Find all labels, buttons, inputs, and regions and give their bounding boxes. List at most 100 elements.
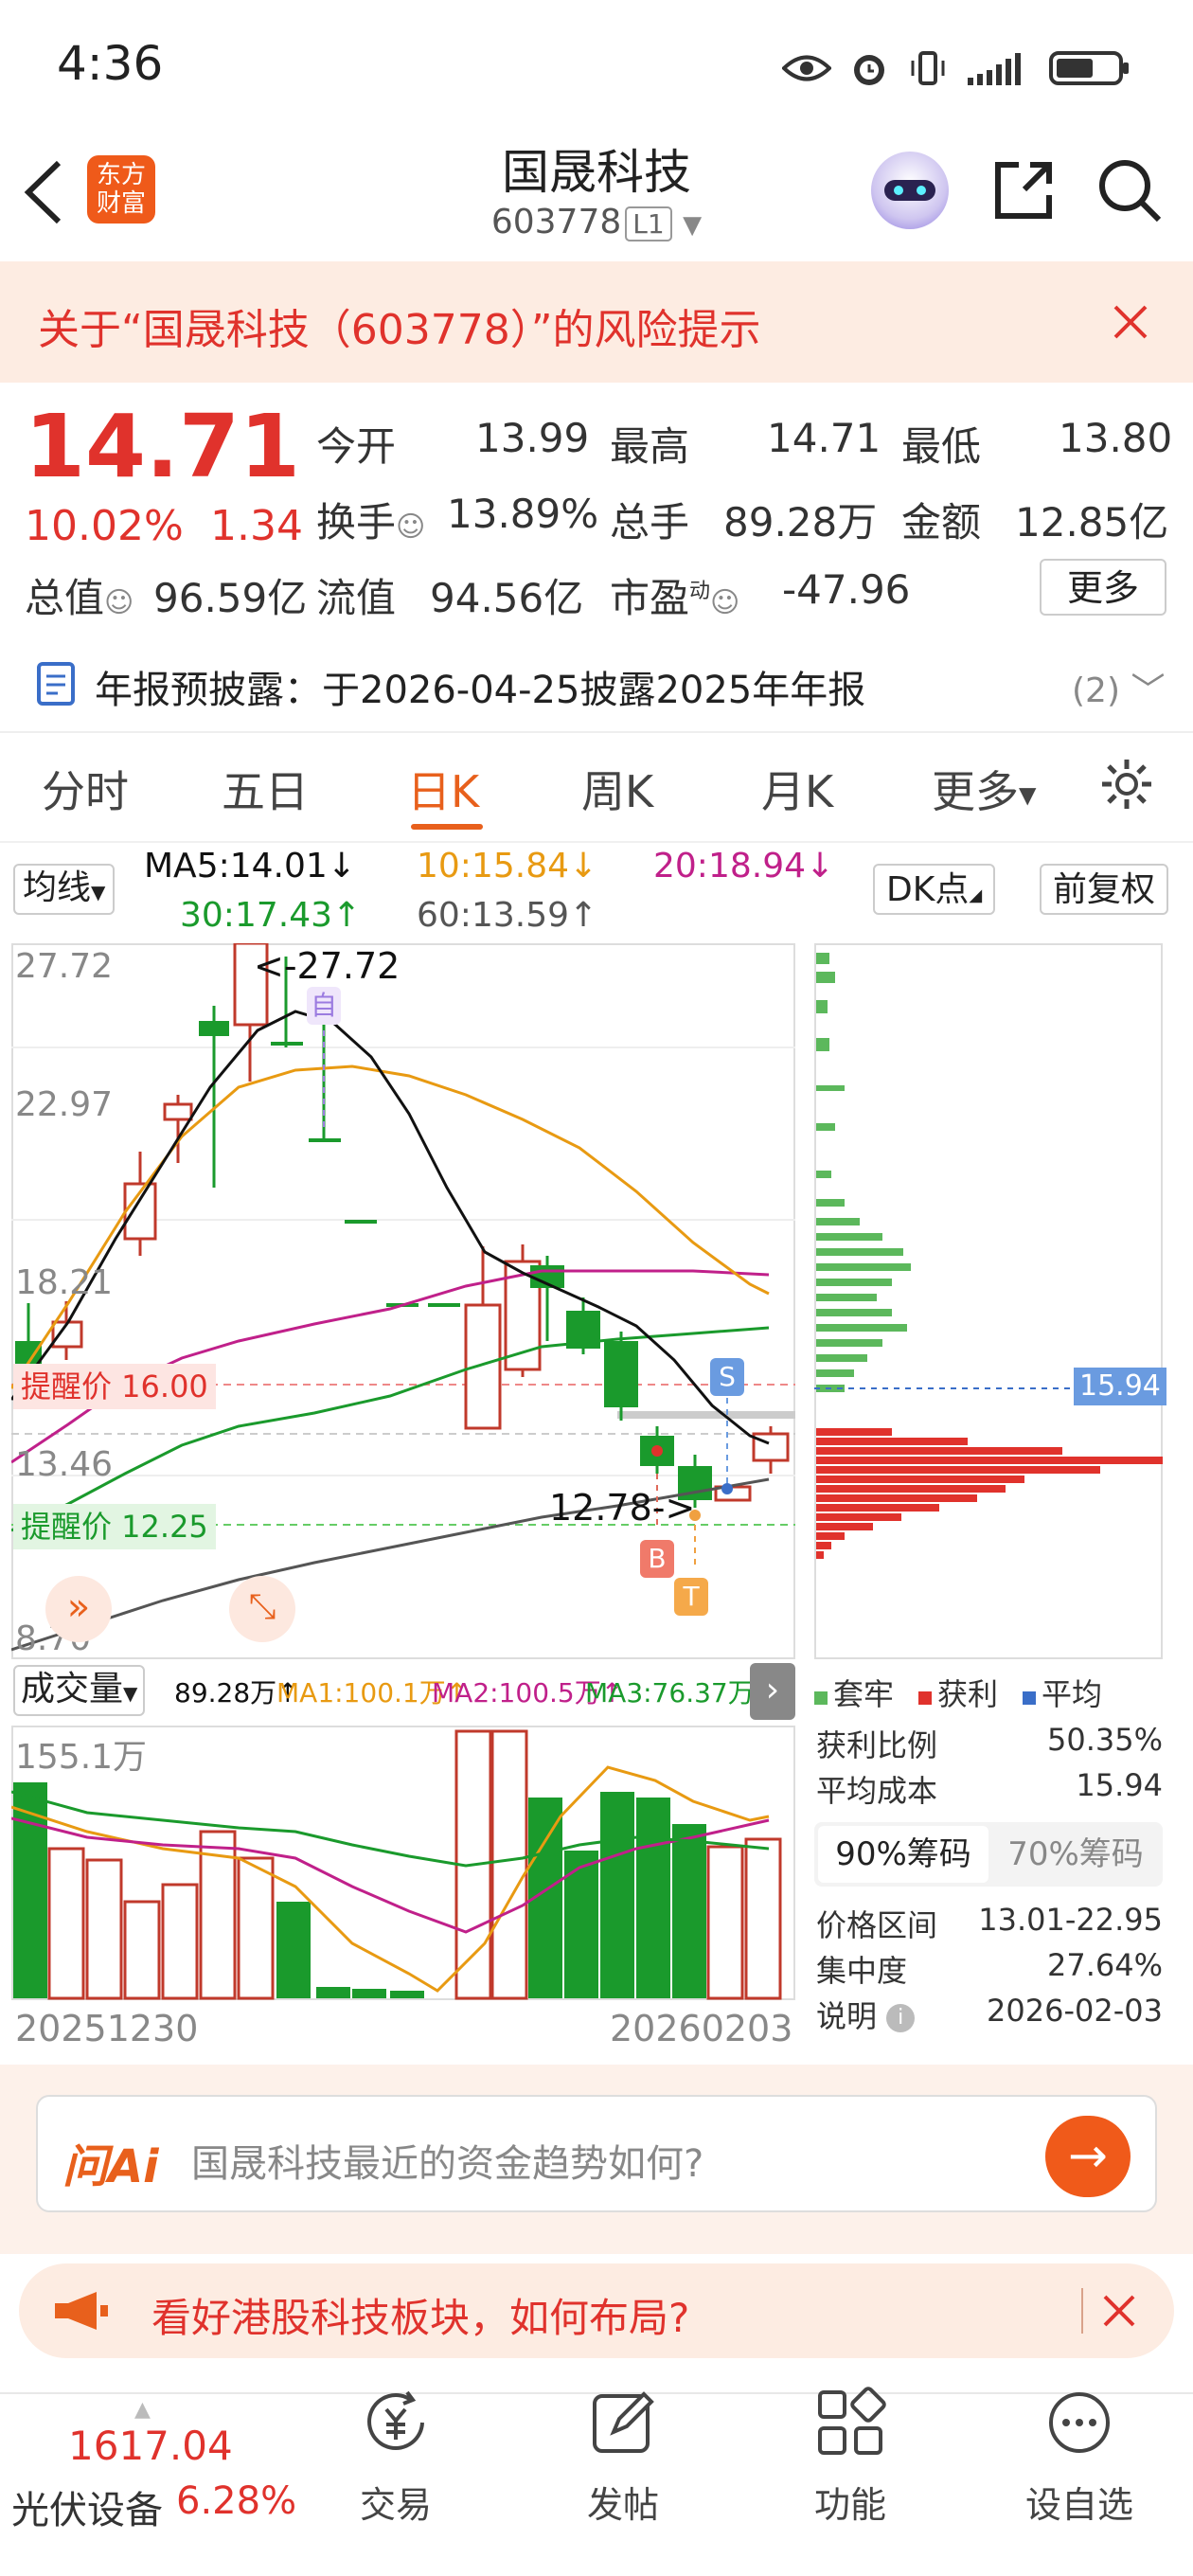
report-icon <box>37 662 75 706</box>
open-label: 今开 <box>316 423 397 470</box>
share-icon[interactable] <box>990 157 1057 224</box>
chip-tab-90[interactable]: 90%筹码 <box>818 1826 988 1883</box>
nav-post-label: 发帖 <box>586 2484 659 2526</box>
date-start: 20251230 <box>15 2008 199 2049</box>
divider <box>0 841 1193 843</box>
date-end: 20260203 <box>610 2008 793 2049</box>
legend-average: 平均 <box>1023 1671 1102 1714</box>
close-icon[interactable] <box>1102 2294 1136 2328</box>
chip-legend: 套牢 获利 平均 <box>814 1671 1102 1714</box>
grid-icon <box>818 2387 886 2455</box>
candle <box>271 1042 303 1046</box>
tab-daily-k[interactable]: 日K <box>407 758 479 820</box>
ma-selector[interactable]: 均线▼ <box>13 864 116 915</box>
settings-gear-icon[interactable] <box>1098 756 1155 813</box>
volume-y-max: 155.1万 <box>15 1738 148 1777</box>
eye-icon <box>782 55 831 81</box>
more-dots-icon <box>1049 2392 1110 2453</box>
max-price-marker: <-27.72 <box>254 945 401 987</box>
kline-chart[interactable] <box>11 943 795 1659</box>
low-label: 最低 <box>901 423 982 470</box>
close-icon[interactable] <box>1112 303 1149 341</box>
arrow-right-icon[interactable]: → <box>1045 2116 1131 2197</box>
annual-report-notice[interactable]: 年报预披露：于2026-04-25披露2025年年报 <box>95 659 865 714</box>
ai-ask-box[interactable]: 问Ai 国晟科技最近的资金趋势如何? → <box>36 2095 1157 2212</box>
low-value: 13.80 <box>1059 415 1173 461</box>
info-icon[interactable]: i <box>886 2004 916 2032</box>
vibrate-icon <box>911 51 945 85</box>
t-tag[interactable]: T <box>674 1578 708 1616</box>
tab-intraday[interactable]: 分时 <box>42 758 129 820</box>
self-select-tag[interactable]: 自 <box>307 987 341 1025</box>
float-value: 94.56亿 <box>430 575 584 621</box>
pe-dynamic-mark: 动 <box>689 580 711 603</box>
ma10-value: 10:15.84↓ <box>417 847 598 886</box>
buy-tag[interactable]: B <box>640 1540 674 1578</box>
chevron-right-icon[interactable]: › <box>750 1663 795 1720</box>
caret-down-icon: ▼ <box>123 1682 138 1705</box>
chip-distribution-chart[interactable] <box>814 943 1163 1659</box>
nav-set-favorite[interactable]: 设自选 <box>985 2387 1174 2528</box>
legend-profit: 获利 <box>918 1671 998 1714</box>
alert-lower-label[interactable]: 提醒价 12.25 <box>13 1504 216 1549</box>
sell-tag[interactable]: S <box>710 1358 744 1396</box>
search-icon[interactable] <box>1096 157 1163 224</box>
alert-upper-label[interactable]: 提醒价 16.00 <box>13 1364 216 1409</box>
info-icon[interactable]: ☺ <box>710 586 739 619</box>
notice-count[interactable]: (2) ﹀ <box>1072 663 1165 712</box>
price-level-bar <box>617 1411 795 1419</box>
y-label: 22.97 <box>15 1085 114 1124</box>
risk-banner[interactable]: 关于“国晟科技（603778）”的风险提示 <box>0 261 1193 383</box>
volume-selector[interactable]: 成交量▼ <box>13 1665 146 1716</box>
trade-icon <box>367 2390 424 2450</box>
float-label: 流值 <box>316 575 397 621</box>
mktcap-value: 96.59亿 <box>153 575 308 621</box>
assistant-avatar-icon[interactable] <box>871 152 949 229</box>
status-time: 4:36 <box>57 36 164 91</box>
ai-brand: 问Ai <box>62 2140 159 2193</box>
tab-more[interactable]: 更多▼ <box>932 758 1036 820</box>
high-label: 最高 <box>610 423 690 470</box>
divider <box>0 731 1193 733</box>
adjust-button[interactable]: 前复权 <box>1040 864 1169 915</box>
candle <box>163 1102 193 1121</box>
sell-dot <box>721 1483 733 1494</box>
candle <box>428 1303 460 1307</box>
more-button[interactable]: 更多 <box>1040 559 1166 616</box>
info-icon[interactable]: ☺ <box>104 586 134 619</box>
expand-left-icon[interactable]: » <box>45 1576 112 1642</box>
dk-point-button[interactable]: DK点◢ <box>873 864 996 915</box>
candle <box>309 1138 341 1142</box>
candle <box>199 1021 229 1036</box>
nav-trade-label: 交易 <box>359 2484 432 2526</box>
vol-ma3: MA3:76.37万↓ <box>585 1677 777 1708</box>
nav-trade[interactable]: 交易 <box>301 2387 490 2528</box>
ma60-value: 60:13.59↑ <box>417 896 598 935</box>
tab-monthly-k[interactable]: 月K <box>761 758 833 820</box>
chip-tab-70[interactable]: 70%筹码 <box>992 1826 1159 1883</box>
edit-icon <box>593 2391 654 2453</box>
fullscreen-icon[interactable]: ⤡ <box>229 1576 295 1642</box>
promo-banner[interactable]: 看好港股科技板块，如何布局? <box>19 2263 1174 2358</box>
ma5-value: MA5:14.01↓ <box>144 847 356 886</box>
candle <box>345 1220 377 1224</box>
turnover-value: 13.89% <box>447 491 599 537</box>
profit-ratio-row: 获利比例 50.35% <box>816 1722 1163 1763</box>
alarm-icon <box>854 55 884 85</box>
tab-weekly-k[interactable]: 周K <box>581 758 653 820</box>
battery-icon <box>1049 51 1129 85</box>
tab-active-underline <box>411 824 483 830</box>
y-label: 13.46 <box>15 1445 114 1484</box>
nav-post[interactable]: 发帖 <box>528 2387 718 2528</box>
caret-down-icon: ▼ <box>91 881 106 903</box>
chip-tab-group: 90%筹码 70%筹码 <box>814 1822 1163 1887</box>
tab-five-day[interactable]: 五日 <box>222 758 309 820</box>
volume-value: 89.28万 <box>723 499 878 546</box>
index-ticker[interactable]: ▲ 1617.04 光伏设备 6.28% <box>0 2396 296 2576</box>
index-name: 光伏设备 <box>11 2489 163 2532</box>
info-icon[interactable]: ☺ <box>396 510 425 544</box>
expand-up-icon: ▲ <box>134 2398 151 2422</box>
mktcap-label: 总值☺ <box>25 575 134 621</box>
nav-functions[interactable]: 功能 <box>756 2387 945 2528</box>
chevron-down-icon: ﹀ <box>1131 671 1166 710</box>
